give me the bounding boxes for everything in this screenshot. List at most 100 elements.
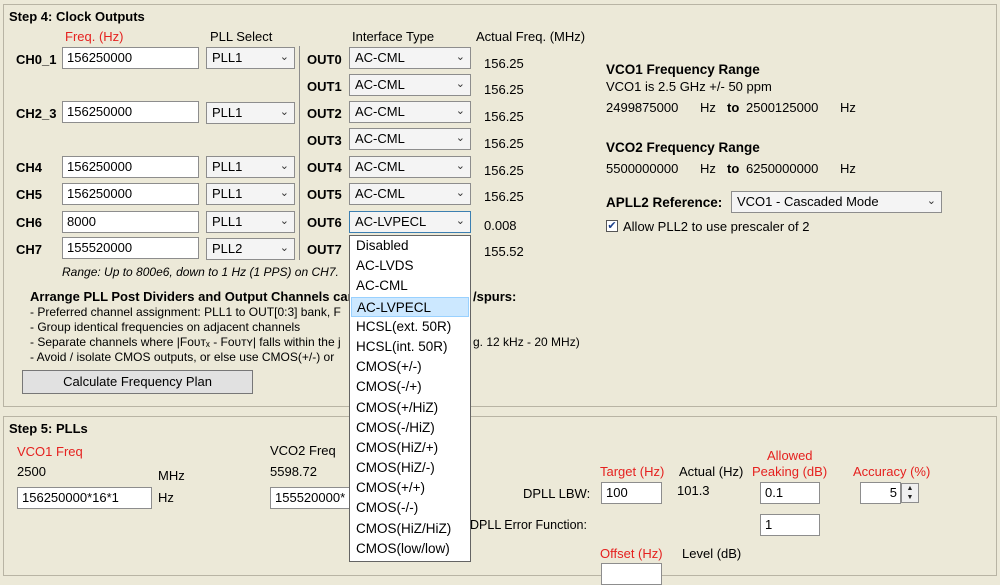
dpll-lbw-actual: 101.3 <box>677 483 710 498</box>
vco1-range-min: 2499875000 <box>606 100 679 115</box>
bullet-4: - Avoid / isolate CMOS outputs, or else … <box>30 350 335 364</box>
peaking-header: Peaking (dB) <box>752 464 828 479</box>
dropdown-option[interactable]: CMOS(HiZ/-) <box>350 458 470 478</box>
dropdown-option[interactable]: CMOS(-/HiZ) <box>350 418 470 438</box>
step4-title: Step 4: Clock Outputs <box>9 9 145 24</box>
vco1-freq-value: 2500 <box>17 464 46 479</box>
dropdown-option[interactable]: CMOS(HiZ/HiZ) <box>350 519 470 539</box>
dpll-lbw-accuracy-input[interactable]: 5 <box>860 482 901 504</box>
chevron-down-icon: ⌄ <box>455 51 465 63</box>
out4-interface-value: AC-CML <box>355 159 405 174</box>
dropdown-option[interactable]: CMOS(-/+) <box>350 377 470 397</box>
prescaler-checkbox[interactable]: ✔ <box>606 220 618 232</box>
out7-actual: 155.52 <box>484 244 524 259</box>
vco2-range-max-unit: Hz <box>840 161 856 176</box>
bullet-3-tail: g. 12 kHz - 20 MHz) <box>473 335 580 349</box>
ch4-freq-input[interactable]: 156250000 <box>62 156 199 178</box>
vco2-range-max: 6250000000 <box>746 161 819 176</box>
interface-type-dropdown-list[interactable]: Disabled AC-LVDS AC-CML AC-LVPECL HCSL(e… <box>349 235 471 562</box>
dropdown-option[interactable]: CMOS(+/+) <box>350 478 470 498</box>
out2-interface-value: AC-CML <box>355 104 405 119</box>
out3-interface-select[interactable]: AC-CML ⌄ <box>349 128 471 150</box>
actual-header: Actual (Hz) <box>679 464 744 479</box>
dropdown-option[interactable]: HCSL(ext. 50R) <box>350 317 470 337</box>
range-note: Range: Up to 800e6, down to 1 Hz (1 PPS)… <box>62 265 339 279</box>
step5-title: Step 5: PLLs <box>9 421 88 436</box>
ch6-freq-input[interactable]: 8000 <box>62 211 199 233</box>
ch2_3-freq-input[interactable]: 156250000 <box>62 101 199 123</box>
out4-interface-select[interactable]: AC-CML ⌄ <box>349 156 471 178</box>
vco1-range-min-unit: Hz <box>700 100 716 115</box>
out0-interface-select[interactable]: AC-CML ⌄ <box>349 47 471 69</box>
vco1-range-title: VCO1 Frequency Range <box>606 62 760 77</box>
ch5-pll-value: PLL1 <box>212 186 243 201</box>
dropdown-option[interactable]: CMOS(HiZ/+) <box>350 438 470 458</box>
bullet-2: - Group identical frequencies on adjacen… <box>30 320 301 334</box>
dpll-lbw-peaking-input[interactable]: 0.1 <box>760 482 820 504</box>
ch4-pll-select[interactable]: PLL1 ⌄ <box>206 156 295 178</box>
out1-interface-select[interactable]: AC-CML ⌄ <box>349 74 471 96</box>
prescaler-label: Allow PLL2 to use prescaler of 2 <box>623 219 810 234</box>
ch4-pll-value: PLL1 <box>212 159 243 174</box>
ch2_3-pll-select[interactable]: PLL1 ⌄ <box>206 102 295 124</box>
ch0_1-pll-select[interactable]: PLL1 ⌄ <box>206 47 295 69</box>
dropdown-option[interactable]: CMOS(+/-) <box>350 357 470 377</box>
calculate-frequency-plan-button[interactable]: Calculate Frequency Plan <box>22 370 253 394</box>
vco2-range-min-unit: Hz <box>700 161 716 176</box>
out3-interface-value: AC-CML <box>355 131 405 146</box>
apll2-reference-select[interactable]: VCO1 - Cascaded Mode ⌄ <box>731 191 942 213</box>
dpll-error-function-input[interactable]: 1 <box>760 514 820 536</box>
target-header: Target (Hz) <box>600 464 665 479</box>
arrange-title-tail: /spurs: <box>473 289 517 304</box>
ch7-pll-select[interactable]: PLL2 ⌄ <box>206 238 295 260</box>
vco1-range-max: 2500125000 <box>746 100 819 115</box>
dropdown-option[interactable]: CMOS(-/-) <box>350 498 470 518</box>
ch6-pll-value: PLL1 <box>212 214 243 229</box>
offset-input[interactable] <box>601 563 662 585</box>
dropdown-option[interactable]: AC-LVDS <box>350 256 470 276</box>
ch0_1-freq-input[interactable]: 156250000 <box>62 47 199 69</box>
vco2-freq-value: 5598.72 <box>270 464 317 479</box>
dropdown-option[interactable]: AC-CML <box>350 276 470 296</box>
out1-actual: 156.25 <box>484 82 524 97</box>
vco2-expression-input[interactable]: 155520000* <box>270 487 350 509</box>
level-header: Level (dB) <box>682 546 742 561</box>
vco1-expression-input[interactable]: 156250000*16*1 <box>17 487 152 509</box>
out6-interface-select[interactable]: AC-LVPECL ⌄ <box>349 211 471 233</box>
out2-interface-select[interactable]: AC-CML ⌄ <box>349 101 471 123</box>
offset-header: Offset (Hz) <box>600 546 663 561</box>
channel-label-ch5: CH5 <box>16 187 43 202</box>
actual-freq-header: Actual Freq. (MHz) <box>476 29 586 44</box>
out6-interface-value: AC-LVPECL <box>355 214 427 229</box>
arrow-down-icon[interactable]: ▼ <box>902 493 918 502</box>
channel-label-ch6: CH6 <box>16 215 43 230</box>
out0-actual: 156.25 <box>484 56 524 71</box>
dropdown-option[interactable]: CMOS(+/HiZ) <box>350 398 470 418</box>
ch5-freq-input[interactable]: 156250000 <box>62 183 199 205</box>
ch6-pll-select[interactable]: PLL1 ⌄ <box>206 211 295 233</box>
dropdown-option-selected[interactable]: AC-LVPECL <box>351 296 469 317</box>
dropdown-option[interactable]: HCSL(int. 50R) <box>350 337 470 357</box>
dropdown-option[interactable]: Disabled <box>350 236 470 256</box>
chevron-down-icon: ⌄ <box>455 160 465 172</box>
out2-label: OUT2 <box>307 106 342 121</box>
vco1-range-max-unit: Hz <box>840 100 856 115</box>
chevron-down-icon: ⌄ <box>455 78 465 90</box>
chevron-down-icon: ⌄ <box>279 242 289 254</box>
out6-actual: 0.008 <box>484 218 517 233</box>
out1-interface-value: AC-CML <box>355 77 405 92</box>
bullet-1: - Preferred channel assignment: PLL1 to … <box>30 305 341 319</box>
vco2-range-title: VCO2 Frequency Range <box>606 140 760 155</box>
chevron-down-icon: ⌄ <box>455 105 465 117</box>
out5-interface-value: AC-CML <box>355 186 405 201</box>
dpll-lbw-target-input[interactable]: 100 <box>601 482 662 504</box>
apll2-reference-label: APLL2 Reference: <box>606 195 723 210</box>
accuracy-stepper[interactable]: ▲ ▼ <box>901 483 919 503</box>
vco1-expression-unit: Hz <box>158 490 174 505</box>
arrow-up-icon[interactable]: ▲ <box>902 484 918 493</box>
ch7-freq-input[interactable]: 155520000 <box>62 237 199 259</box>
out5-interface-select[interactable]: AC-CML ⌄ <box>349 183 471 205</box>
ch5-pll-select[interactable]: PLL1 ⌄ <box>206 183 295 205</box>
dropdown-option[interactable]: CMOS(low/low) <box>350 539 470 559</box>
out4-actual: 156.25 <box>484 163 524 178</box>
